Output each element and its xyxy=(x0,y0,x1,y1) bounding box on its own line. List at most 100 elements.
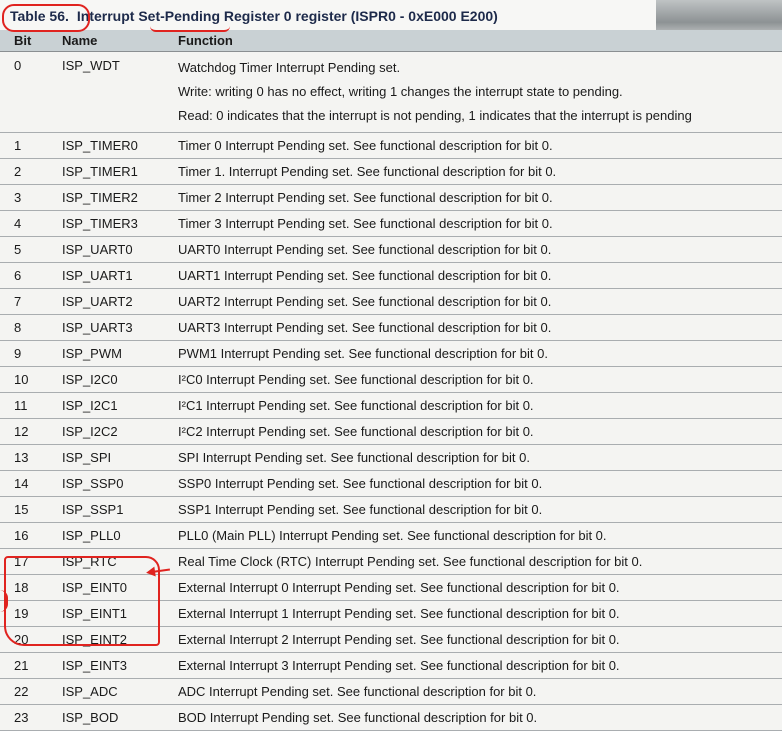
function-cell: Timer 0 Interrupt Pending set. See funct… xyxy=(178,132,782,159)
function-line: Timer 3 Interrupt Pending set. See funct… xyxy=(178,216,553,231)
function-cell: UART1 Interrupt Pending set. See functio… xyxy=(178,262,782,289)
annotation-underline-set-pending xyxy=(150,26,230,32)
table-header-row: Bit Name Function xyxy=(0,30,782,52)
table-row: 15 ISP_SSP1 SSP1 Interrupt Pending set. Se… xyxy=(0,496,782,523)
name-cell: ISP_I2C1 xyxy=(62,392,178,419)
bit-cell: 0 xyxy=(0,51,62,133)
name-cell: ISP_PLL0 xyxy=(62,522,178,549)
name-cell: ISP_TIMER0 xyxy=(62,132,178,159)
bit-cell: 14 xyxy=(0,470,62,497)
function-cell: Timer 1. Interrupt Pending set. See func… xyxy=(178,158,782,185)
function-line: Timer 0 Interrupt Pending set. See funct… xyxy=(178,138,553,153)
bit-cell: 16 xyxy=(0,522,62,549)
function-line: Write: writing 0 has no effect, writing … xyxy=(178,84,623,99)
function-line: PLL0 (Main PLL) Interrupt Pending set. S… xyxy=(178,528,607,543)
function-line: SSP0 Interrupt Pending set. See function… xyxy=(178,476,543,491)
function-cell: I²C2 Interrupt Pending set. See function… xyxy=(178,418,782,445)
table-row: 7 ISP_UART2 UART2 Interrupt Pending set. S… xyxy=(0,288,782,315)
table-caption-bar: Table 56. Interrupt Set-Pending Register … xyxy=(0,0,660,30)
bit-cell: 6 xyxy=(0,262,62,289)
function-cell: External Interrupt 1 Interrupt Pending s… xyxy=(178,600,782,627)
bit-cell: 1 xyxy=(0,132,62,159)
function-cell: UART3 Interrupt Pending set. See functio… xyxy=(178,314,782,341)
function-line: External Interrupt 2 Interrupt Pending s… xyxy=(178,632,620,647)
function-line: UART0 Interrupt Pending set. See functio… xyxy=(178,242,552,257)
column-header-name: Name xyxy=(62,30,178,52)
function-line: SPI Interrupt Pending set. See functiona… xyxy=(178,450,530,465)
table-row: 13 ISP_SPI SPI Interrupt Pending set. See … xyxy=(0,444,782,471)
table-row: 8 ISP_UART3 UART3 Interrupt Pending set. S… xyxy=(0,314,782,341)
table-row: 3 ISP_TIMER2 Timer 2 Interrupt Pending set… xyxy=(0,184,782,211)
function-line: Real Time Clock (RTC) Interrupt Pending … xyxy=(178,554,643,569)
function-line: Timer 2 Interrupt Pending set. See funct… xyxy=(178,190,553,205)
name-cell: ISP_TIMER2 xyxy=(62,184,178,211)
table-row: 21 ISP_EINT3 External Interrupt 3 Interrup… xyxy=(0,652,782,679)
function-line: External Interrupt 0 Interrupt Pending s… xyxy=(178,580,620,595)
function-cell: UART2 Interrupt Pending set. See functio… xyxy=(178,288,782,315)
function-cell: SSP1 Interrupt Pending set. See function… xyxy=(178,496,782,523)
bit-cell: 21 xyxy=(0,652,62,679)
function-line: Watchdog Timer Interrupt Pending set. xyxy=(178,60,401,75)
bit-cell: 23 xyxy=(0,704,62,731)
name-cell: ISP_UART0 xyxy=(62,236,178,263)
bit-cell: 13 xyxy=(0,444,62,471)
function-line: I²C0 Interrupt Pending set. See function… xyxy=(178,372,534,387)
function-line: Timer 1. Interrupt Pending set. See func… xyxy=(178,164,557,179)
function-cell: PLL0 (Main PLL) Interrupt Pending set. S… xyxy=(178,522,782,549)
column-header-bit: Bit xyxy=(0,30,62,52)
function-cell: Real Time Clock (RTC) Interrupt Pending … xyxy=(178,548,782,575)
function-cell: External Interrupt 0 Interrupt Pending s… xyxy=(178,574,782,601)
function-cell: ADC Interrupt Pending set. See functiona… xyxy=(178,678,782,705)
function-line: BOD Interrupt Pending set. See functiona… xyxy=(178,710,538,725)
function-cell: I²C0 Interrupt Pending set. See function… xyxy=(178,366,782,393)
name-cell: ISP_UART2 xyxy=(62,288,178,315)
bit-cell: 9 xyxy=(0,340,62,367)
table-row: 11 ISP_I2C1 I²C1 Interrupt Pending set. Se… xyxy=(0,392,782,419)
function-cell: Timer 2 Interrupt Pending set. See funct… xyxy=(178,184,782,211)
name-cell: ISP_TIMER1 xyxy=(62,158,178,185)
name-cell: ISP_I2C0 xyxy=(62,366,178,393)
function-cell: External Interrupt 2 Interrupt Pending s… xyxy=(178,626,782,653)
bit-cell: 8 xyxy=(0,314,62,341)
function-line: ADC Interrupt Pending set. See functiona… xyxy=(178,684,537,699)
name-cell: ISP_PWM xyxy=(62,340,178,367)
function-line: PWM1 Interrupt Pending set. See function… xyxy=(178,346,548,361)
function-cell: External Interrupt 3 Interrupt Pending s… xyxy=(178,652,782,679)
bit-cell: 15 xyxy=(0,496,62,523)
function-cell: SPI Interrupt Pending set. See functiona… xyxy=(178,444,782,471)
annotation-box-eint-rows xyxy=(4,556,160,646)
function-line: I²C2 Interrupt Pending set. See function… xyxy=(178,424,534,439)
bit-cell: 2 xyxy=(0,158,62,185)
name-cell: ISP_SSP0 xyxy=(62,470,178,497)
bit-cell: 11 xyxy=(0,392,62,419)
name-cell: ISP_TIMER3 xyxy=(62,210,178,237)
name-cell: ISP_EINT3 xyxy=(62,652,178,679)
name-cell: ISP_BOD xyxy=(62,704,178,731)
name-cell: ISP_ADC xyxy=(62,678,178,705)
table-row: 2 ISP_TIMER1 Timer 1. Interrupt Pending se… xyxy=(0,158,782,185)
bit-cell: 7 xyxy=(0,288,62,315)
table-title: Interrupt Set-Pending Register 0 registe… xyxy=(76,8,498,24)
bit-cell: 22 xyxy=(0,678,62,705)
table-row: 14 ISP_SSP0 SSP0 Interrupt Pending set. Se… xyxy=(0,470,782,497)
function-cell: PWM1 Interrupt Pending set. See function… xyxy=(178,340,782,367)
function-line: I²C1 Interrupt Pending set. See function… xyxy=(178,398,534,413)
name-cell: ISP_UART3 xyxy=(62,314,178,341)
bit-cell: 5 xyxy=(0,236,62,263)
table-row: 22 ISP_ADC ADC Interrupt Pending set. See … xyxy=(0,678,782,705)
function-line: Read: 0 indicates that the interrupt is … xyxy=(178,108,692,123)
table-row: 12 ISP_I2C2 I²C2 Interrupt Pending set. Se… xyxy=(0,418,782,445)
name-cell: ISP_SPI xyxy=(62,444,178,471)
table-row: 23 ISP_BOD BOD Interrupt Pending set. See … xyxy=(0,704,782,731)
function-cell: Watchdog Timer Interrupt Pending set. Wri… xyxy=(178,51,782,133)
column-header-function: Function xyxy=(178,30,782,52)
name-cell: ISP_UART1 xyxy=(62,262,178,289)
function-line: UART2 Interrupt Pending set. See functio… xyxy=(178,294,552,309)
function-cell: I²C1 Interrupt Pending set. See function… xyxy=(178,392,782,419)
function-cell: BOD Interrupt Pending set. See functiona… xyxy=(178,704,782,731)
table-row: 4 ISP_TIMER3 Timer 3 Interrupt Pending set… xyxy=(0,210,782,237)
bit-cell: 4 xyxy=(0,210,62,237)
table-row: 16 ISP_PLL0 PLL0 (Main PLL) Interrupt Pend… xyxy=(0,522,782,549)
function-line: External Interrupt 1 Interrupt Pending s… xyxy=(178,606,620,621)
table-row: 9 ISP_PWM PWM1 Interrupt Pending set. See … xyxy=(0,340,782,367)
